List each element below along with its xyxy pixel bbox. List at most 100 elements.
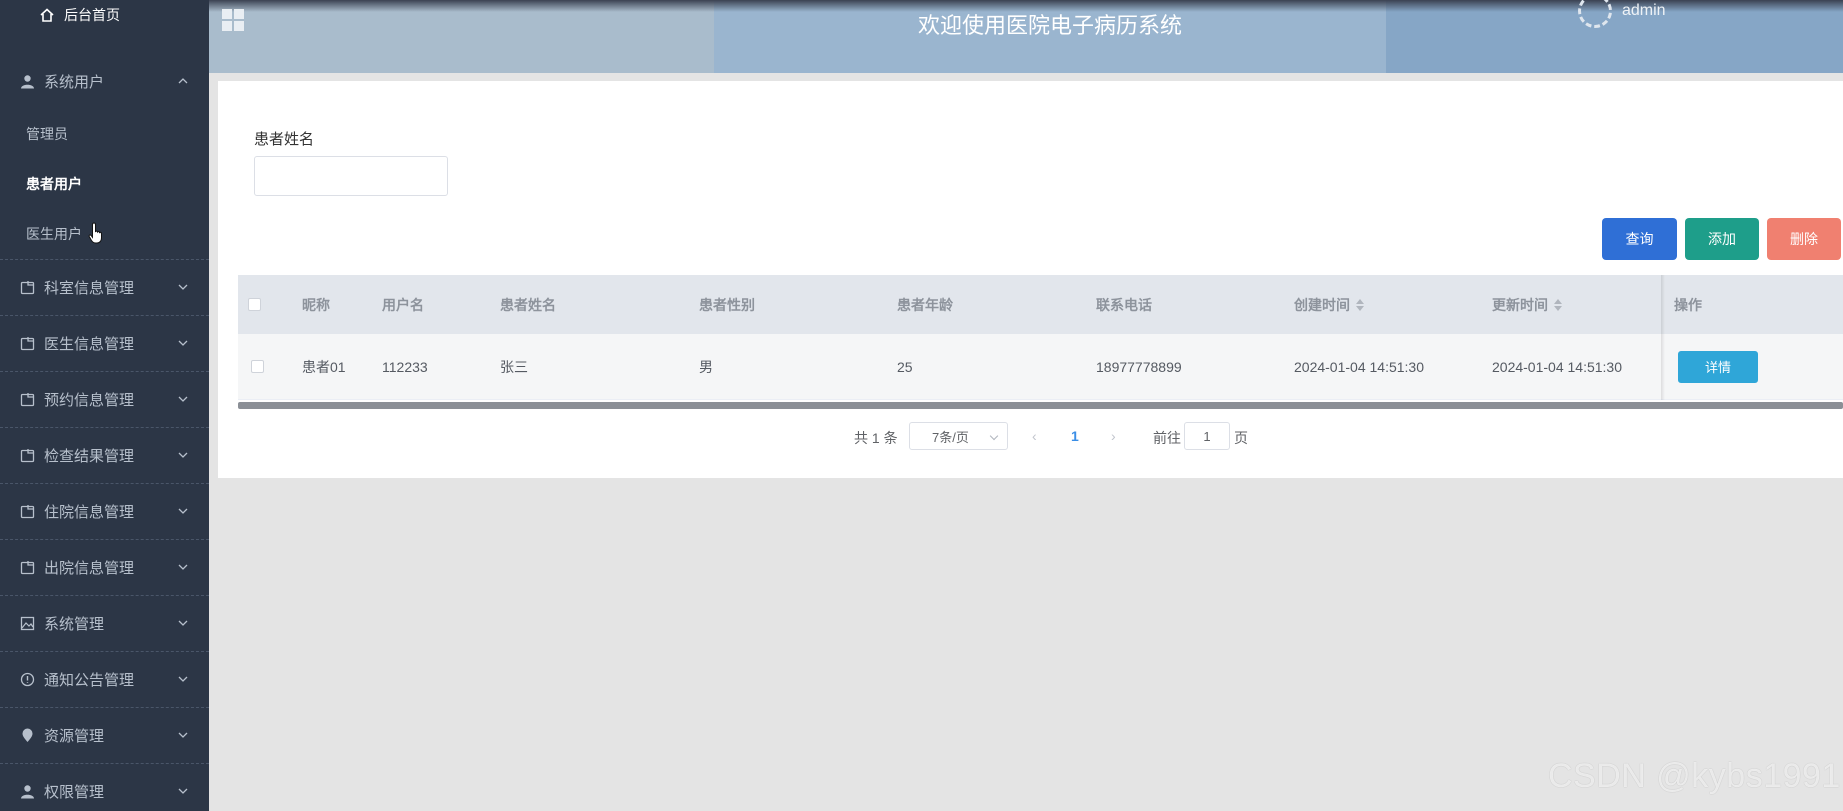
column-header: 操作 [1674,296,1702,313]
sidebar-group-label: 资源管理 [44,727,105,745]
select-all-checkbox[interactable] [248,298,261,311]
sidebar-group-doctor-info[interactable]: 医生信息管理 [0,315,209,372]
hand-cursor-icon [88,222,102,244]
sidebar-group-title[interactable]: 出院信息管理 [0,539,209,595]
top-header: 欢迎使用医院电子病历系统 admin [209,0,1843,73]
delete-button[interactable]: 删除 [1767,218,1841,260]
next-page-button[interactable]: › [1111,428,1116,444]
patient-name-input[interactable] [254,156,448,196]
chevron-down-icon [178,508,188,514]
sidebar-group-title[interactable]: 住院信息管理 [0,483,209,539]
patient-name-label: 患者姓名 [254,131,315,148]
watermark: CSDN @kybs1991 [1548,757,1841,795]
main-card: 患者姓名 查询 添加 删除 昵称 用户名 患者姓名 患者性别 患者年龄 联系电话… [218,81,1843,478]
sidebar-group-label: 系统管理 [44,615,105,633]
sidebar-group-title[interactable]: 检查结果管理 [0,427,209,483]
folder-icon [20,504,35,519]
chevron-down-icon [178,620,188,626]
cell-nickname: 患者01 [302,358,346,375]
chevron-down-icon [178,732,188,738]
sidebar-item-patient-users[interactable]: 患者用户 [0,159,209,209]
user-icon [20,784,35,799]
sidebar-group-title[interactable]: 权限管理 [0,763,209,811]
sidebar-group-label: 权限管理 [44,783,105,801]
query-button[interactable]: 查询 [1602,218,1677,260]
sidebar-group-system-users-title[interactable]: 系统用户 [0,53,209,109]
sidebar-group-permissions[interactable]: 权限管理 [0,763,209,811]
info-icon [20,672,35,687]
sort-icon[interactable] [1356,298,1364,311]
add-button[interactable]: 添加 [1685,218,1759,260]
column-header-label: 更新时间 [1492,296,1548,313]
user-icon [20,74,35,89]
cell-phone: 18977778899 [1096,358,1182,375]
sidebar-group-title[interactable]: 预约信息管理 [0,371,209,427]
location-icon [20,728,35,743]
sidebar-group-notice[interactable]: 通知公告管理 [0,651,209,708]
chevron-down-icon [178,452,188,458]
sidebar-item-doctor-users[interactable]: 医生用户 [0,209,209,259]
page-title: 欢迎使用医院电子病历系统 [917,13,1182,38]
sidebar-group-label: 通知公告管理 [44,671,135,689]
detail-button[interactable]: 详情 [1678,350,1758,383]
chevron-down-icon [178,676,188,682]
sort-icon[interactable] [1554,298,1562,311]
sidebar-group-title[interactable]: 资源管理 [0,707,209,763]
column-header-updated[interactable]: 更新时间 [1492,275,1562,334]
chevron-down-icon [178,284,188,290]
sidebar-item-home[interactable]: 后台首页 [0,0,209,30]
folder-icon [20,336,35,351]
folder-icon [20,448,35,463]
page-number-current[interactable]: 1 [1071,428,1079,444]
select-all-cell [248,275,261,334]
sidebar-group-discharge[interactable]: 出院信息管理 [0,539,209,596]
sidebar-item-label: 管理员 [26,126,68,142]
folder-icon [20,560,35,575]
row-checkbox[interactable] [251,360,264,373]
sidebar: 后台首页 系统用户 管理员 患者用户 医生用户 科室信息管理 医生信息管理 预约… [0,0,209,811]
row-select-cell [251,334,264,399]
pagination-total: 共 1 条 [854,430,898,446]
prev-page-button[interactable]: ‹ [1032,428,1037,444]
goto-page-input[interactable] [1184,422,1230,450]
chevron-down-icon [989,431,999,441]
horizontal-scrollbar[interactable] [238,402,1843,409]
folder-icon [20,280,35,295]
sidebar-group-label: 系统用户 [44,73,105,91]
cell-age: 25 [897,358,913,375]
cell-gender: 男 [699,358,713,375]
sidebar-group-title[interactable]: 科室信息管理 [0,259,209,315]
cell-created-time: 2024-01-04 14:51:30 [1294,358,1424,375]
column-header: 患者年龄 [897,296,953,313]
page-size-select[interactable]: 7条/页 [909,422,1008,450]
sidebar-group-label: 检查结果管理 [44,447,135,465]
sidebar-item-admin[interactable]: 管理员 [0,109,209,159]
sidebar-group-appointment[interactable]: 预约信息管理 [0,371,209,428]
cell-patient-name: 张三 [500,358,528,375]
sidebar-group-label: 科室信息管理 [44,279,135,297]
sidebar-group-system-management[interactable]: 系统管理 [0,595,209,652]
column-header-created[interactable]: 创建时间 [1294,275,1364,334]
column-header: 联系电话 [1096,296,1152,313]
goto-label: 前往 [1153,430,1181,446]
sidebar-group-label: 出院信息管理 [44,559,135,577]
sidebar-group-label: 预约信息管理 [44,391,135,409]
folder-icon [20,392,35,407]
chevron-down-icon [178,788,188,794]
chevron-down-icon [178,340,188,346]
sidebar-item-label: 患者用户 [26,176,82,192]
sidebar-item-home-label: 后台首页 [64,7,120,23]
sidebar-group-inpatient[interactable]: 住院信息管理 [0,483,209,540]
sidebar-group-title[interactable]: 医生信息管理 [0,315,209,371]
sidebar-group-system-users: 系统用户 管理员 患者用户 医生用户 [0,53,209,260]
sidebar-group-resources[interactable]: 资源管理 [0,707,209,764]
sidebar-group-exam-results[interactable]: 检查结果管理 [0,427,209,484]
menu-grid-icon[interactable] [221,8,245,32]
username[interactable]: admin [1622,2,1666,20]
column-header: 患者姓名 [500,296,556,313]
fixed-column-shadow [1661,275,1665,400]
sidebar-group-title[interactable]: 通知公告管理 [0,651,209,707]
pagination: 共 1 条 7条/页 ‹ 1 › 前往 页 [218,422,1843,452]
sidebar-group-department[interactable]: 科室信息管理 [0,259,209,316]
sidebar-group-title[interactable]: 系统管理 [0,595,209,651]
